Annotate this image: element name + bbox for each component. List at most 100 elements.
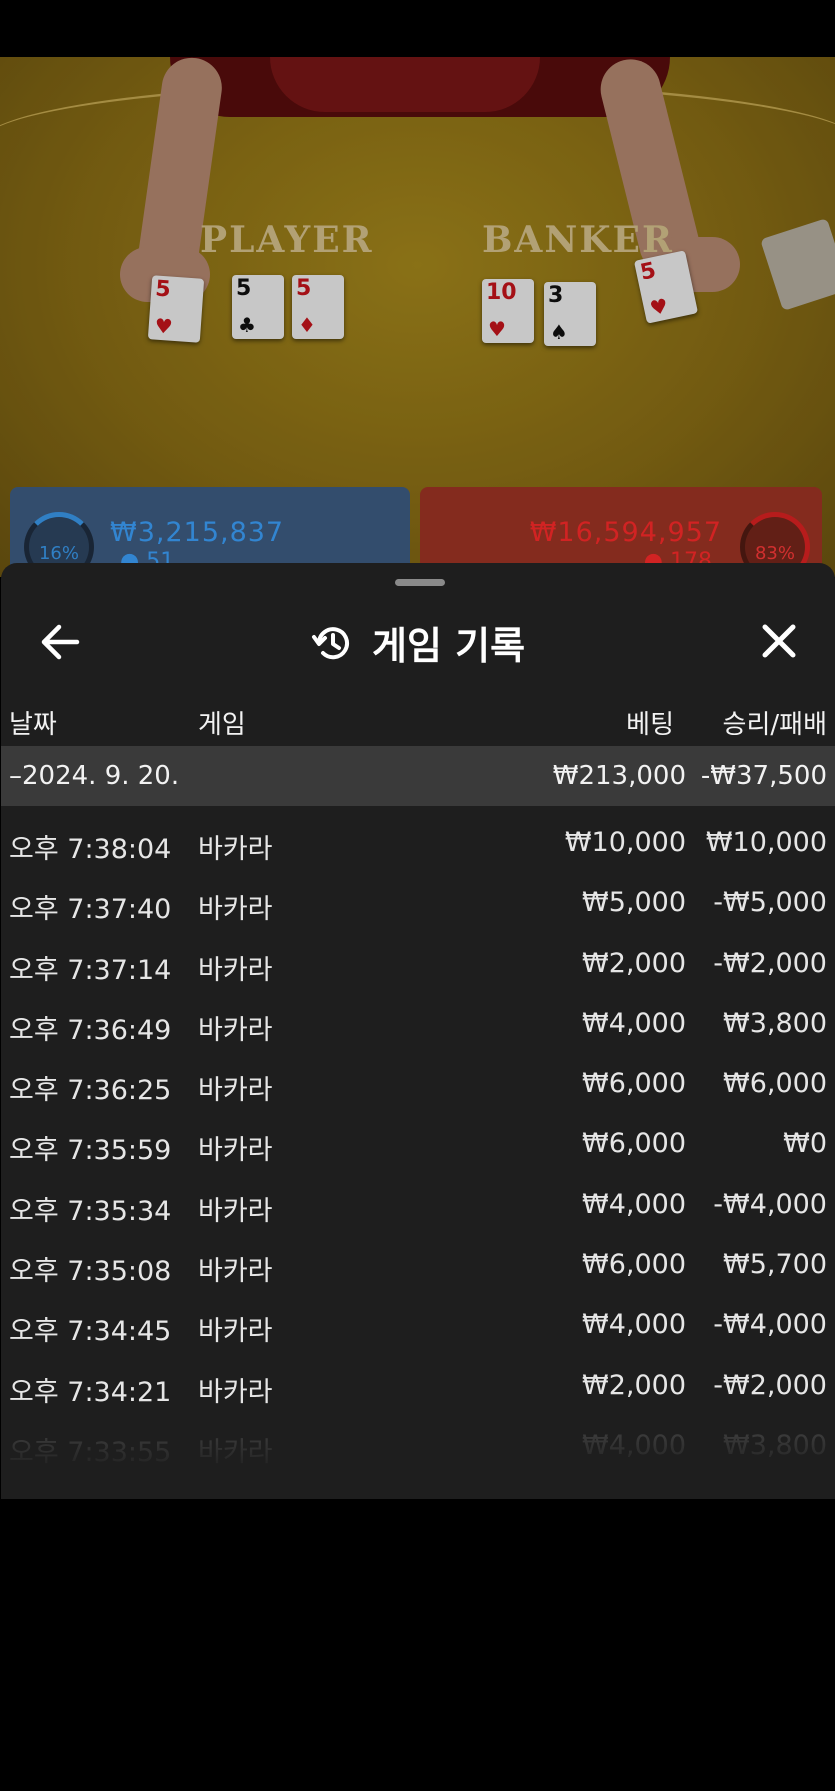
scroll-fade	[1, 1413, 835, 1499]
row-win-loss: -₩2,000	[713, 947, 827, 979]
player-percent: 16%	[38, 543, 79, 564]
player-card: 5 ♦	[292, 275, 344, 339]
row-game: 바카라	[198, 834, 273, 865]
card-rank: 5	[236, 276, 252, 301]
history-row[interactable]: 오후 7:36:25 바카라 ₩6,000 ₩6,000	[1, 1047, 835, 1107]
row-time: 오후 7:35:59	[9, 1135, 172, 1167]
history-row[interactable]: 오후 7:35:34 바카라 ₩4,000 -₩4,000	[1, 1168, 835, 1228]
row-win-loss: -₩2,000	[713, 1369, 827, 1401]
banker-card: 3 ♠	[544, 282, 596, 346]
banker-card: 5 ♥	[633, 250, 699, 324]
row-win-loss: ₩5,700	[723, 1249, 827, 1281]
row-bet: ₩4,000	[582, 1007, 686, 1039]
row-game: 바카라	[198, 954, 273, 986]
row-win-loss: -₩5,000	[713, 887, 827, 919]
history-row[interactable]: 오후 7:34:45 바카라 ₩4,000 -₩4,000	[1, 1288, 835, 1348]
game-history-sheet: 게임 기록 날짜 게임 베팅 승리/패배 –2024. 9. 20. ₩213,…	[1, 563, 835, 1499]
row-game: 바카라	[198, 1256, 273, 1288]
column-win-loss: 승리/패배	[722, 710, 827, 740]
card-suit: ♥	[488, 317, 506, 341]
card-rank: 5	[296, 276, 312, 301]
card-shoe	[760, 218, 835, 311]
row-bet: ₩6,000	[582, 1128, 686, 1160]
dealer-dress	[270, 57, 540, 112]
banker-card: 10 ♥	[482, 279, 534, 343]
row-time: 오후 7:37:14	[9, 954, 172, 986]
history-icon	[311, 626, 349, 659]
sheet-header: 게임 기록	[1, 603, 835, 681]
sheet-title: 게임 기록	[372, 624, 526, 668]
row-win-loss: ₩0	[783, 1128, 827, 1160]
row-time: 오후 7:34:45	[9, 1316, 172, 1348]
row-win-loss: ₩10,000	[705, 827, 827, 858]
dealer-torso	[170, 57, 670, 117]
card-suit: ♦	[298, 313, 316, 337]
table-edge	[0, 82, 835, 205]
history-row[interactable]: 오후 7:37:14 바카라 ₩2,000 -₩2,000	[1, 927, 835, 987]
history-row[interactable]: 오후 7:38:04 바카라 ₩10,000 ₩10,000	[1, 806, 835, 866]
row-time: 오후 7:37:40	[9, 894, 172, 926]
live-baccarat-video: PLAYER BANKER 5 ♥ 5 ♣ 5 ♦ 10 ♥ 3 ♠ 5 ♥ 16% ₩3,215,…	[0, 57, 835, 577]
row-game: 바카라	[198, 1075, 273, 1107]
player-total-amount: ₩3,215,837	[110, 517, 285, 548]
player-card: 5 ♣	[232, 275, 284, 339]
banker-percent: 83%	[754, 543, 795, 564]
row-time: 오후 7:35:08	[9, 1256, 172, 1288]
row-win-loss: ₩6,000	[723, 1068, 827, 1100]
banker-label: BANKER	[482, 219, 674, 261]
row-game: 바카라	[198, 1195, 273, 1227]
day-total-bet: ₩213,000	[552, 761, 686, 791]
card-rank: 5	[638, 258, 659, 286]
card-rank: 3	[548, 283, 564, 308]
day-date: –2024. 9. 20.	[9, 761, 180, 791]
column-date: 날짜	[9, 710, 57, 740]
player-label: PLAYER	[200, 219, 374, 261]
dealer-right-hand	[650, 237, 740, 292]
row-time: 오후 7:36:25	[9, 1075, 172, 1107]
drag-handle[interactable]	[395, 579, 445, 586]
card-suit: ♣	[238, 313, 256, 337]
row-bet: ₩10,000	[564, 827, 686, 858]
row-bet: ₩2,000	[582, 1369, 686, 1401]
dealer-left-hand	[120, 247, 210, 302]
history-row[interactable]: 오후 7:34:21 바카라 ₩2,000 -₩2,000	[1, 1349, 835, 1409]
column-bet: 베팅	[626, 710, 674, 740]
history-row[interactable]: 오후 7:37:40 바카라 ₩5,000 -₩5,000	[1, 866, 835, 926]
row-game: 바카라	[198, 1135, 273, 1167]
history-row[interactable]: 오후 7:35:08 바카라 ₩6,000 ₩5,700	[1, 1228, 835, 1288]
row-win-loss: -₩4,000	[713, 1309, 827, 1341]
dealer-right-arm	[594, 57, 706, 281]
card-rank: 5	[154, 276, 172, 303]
card-suit: ♥	[153, 313, 174, 339]
table-header: 날짜 게임 베팅 승리/패배	[1, 696, 835, 746]
player-card: 5 ♥	[147, 275, 205, 343]
row-time: 오후 7:34:21	[9, 1376, 172, 1408]
row-time: 오후 7:36:49	[9, 1014, 172, 1046]
column-game: 게임	[198, 710, 246, 740]
row-bet: ₩4,000	[582, 1309, 686, 1341]
row-bet: ₩2,000	[582, 947, 686, 979]
row-time: 오후 7:35:34	[9, 1195, 172, 1227]
day-summary-row[interactable]: –2024. 9. 20. ₩213,000 -₩37,500	[1, 746, 835, 806]
history-row[interactable]: 오후 7:36:49 바카라 ₩4,000 ₩3,800	[1, 987, 835, 1047]
row-bet: ₩6,000	[582, 1068, 686, 1100]
title-group: 게임 기록	[1, 615, 835, 670]
row-game: 바카라	[198, 1376, 273, 1408]
row-time: 오후 7:38:04	[9, 834, 172, 865]
close-button[interactable]	[759, 621, 799, 661]
banker-total-amount: ₩16,594,957	[529, 517, 722, 548]
row-bet: ₩6,000	[582, 1249, 686, 1281]
row-game: 바카라	[198, 894, 273, 926]
row-bet: ₩5,000	[582, 887, 686, 919]
history-list: 오후 7:38:04 바카라 ₩10,000 ₩10,000 오후 7:37:40 바카라…	[1, 806, 835, 1469]
card-suit: ♥	[647, 293, 671, 321]
card-rank: 10	[486, 280, 517, 305]
row-win-loss: -₩4,000	[713, 1188, 827, 1220]
history-row[interactable]: 오후 7:35:59 바카라 ₩6,000 ₩0	[1, 1107, 835, 1167]
row-win-loss: ₩3,800	[723, 1007, 827, 1039]
day-total-win-loss: -₩37,500	[700, 761, 827, 791]
card-suit: ♠	[550, 320, 568, 344]
dealer-left-arm	[134, 57, 226, 291]
row-game: 바카라	[198, 1316, 273, 1348]
row-game: 바카라	[198, 1014, 273, 1046]
